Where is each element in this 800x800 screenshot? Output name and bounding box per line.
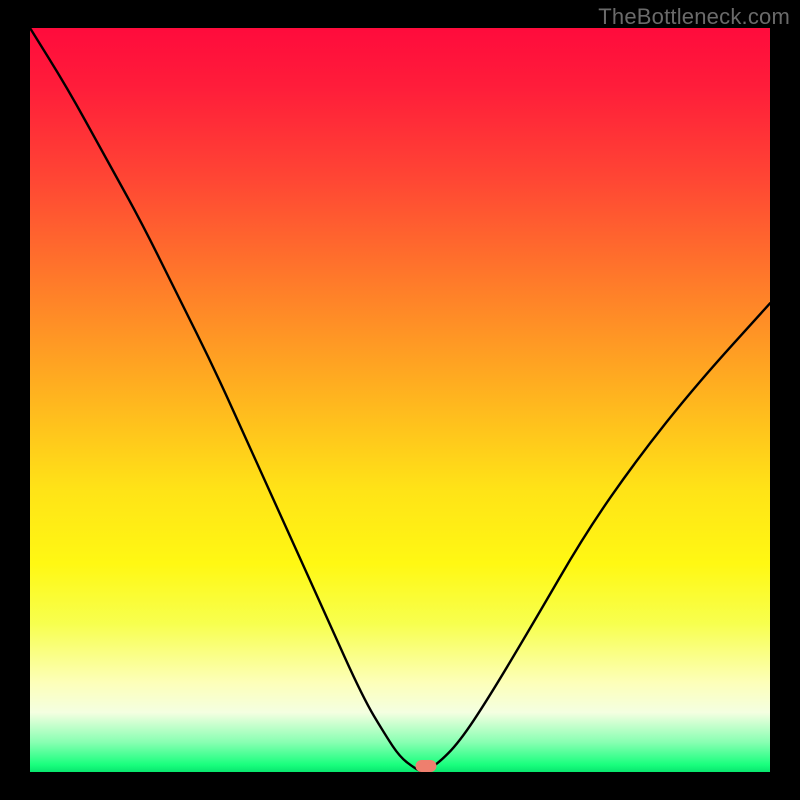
watermark-text: TheBottleneck.com: [598, 4, 790, 30]
curve-path: [30, 28, 770, 771]
bottleneck-curve: [30, 28, 770, 772]
chart-frame: TheBottleneck.com: [0, 0, 800, 800]
optimum-marker: [416, 760, 437, 772]
plot-area: [30, 28, 770, 772]
